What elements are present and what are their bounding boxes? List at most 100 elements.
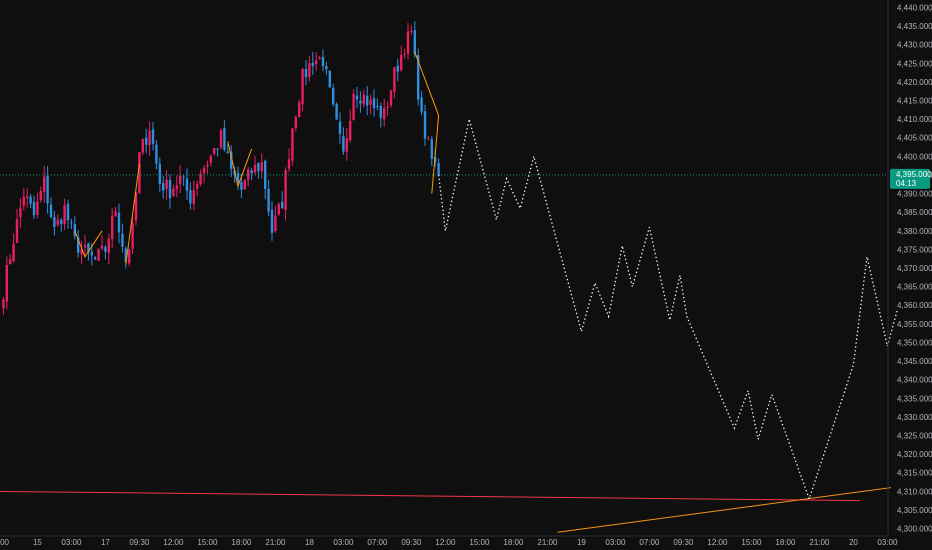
candle-body <box>185 178 189 191</box>
candle-body <box>219 130 223 148</box>
candle-body <box>36 201 39 215</box>
candle-body <box>63 205 66 225</box>
candle-body <box>352 94 355 121</box>
price-tick-label: 4,340.000 <box>897 376 932 385</box>
candle-body <box>311 62 314 67</box>
candle-body <box>66 203 70 221</box>
price-tick-label: 4,330.000 <box>897 413 932 422</box>
time-tick-label: 21:00 <box>537 538 558 547</box>
candle-body <box>19 207 22 218</box>
candle-body <box>270 210 274 233</box>
price-tick-label: 4,440.000 <box>897 3 932 12</box>
candle-body <box>168 180 172 199</box>
candle-body <box>206 164 209 167</box>
candle-body <box>145 137 148 145</box>
bar-countdown: 04:13 <box>896 179 917 188</box>
candle-body <box>216 148 219 150</box>
candle-body <box>328 70 331 88</box>
candle-body <box>318 57 321 59</box>
price-tick-label: 4,430.000 <box>897 41 932 50</box>
price-tick-label: 4,365.000 <box>897 283 932 292</box>
candle-body <box>73 224 76 237</box>
candle-body <box>128 249 131 264</box>
price-tick-label: 4,350.000 <box>897 338 932 347</box>
candle-body <box>260 162 263 172</box>
price-chart[interactable]: 4,440.000 4,435.000 4,430.000 4,425.000 4,42… <box>0 0 932 550</box>
candle-body <box>202 167 206 174</box>
time-tick-label: 09:30 <box>401 538 422 547</box>
time-tick-label: 07:00 <box>639 538 660 547</box>
price-tick-label: 4,355.000 <box>897 320 932 329</box>
candle-body <box>46 175 49 204</box>
candle-body <box>151 129 155 144</box>
candle-body <box>281 201 284 209</box>
candle-body <box>223 128 226 150</box>
price-tick-label: 4,360.000 <box>897 301 932 310</box>
candle-body <box>294 116 297 129</box>
time-tick-label: 03:00 <box>605 538 626 547</box>
current-price-tag: 4,395.000 04:13 <box>890 168 932 189</box>
candle-body <box>2 299 5 309</box>
candle-body <box>182 176 185 178</box>
candle-body <box>253 164 257 173</box>
price-tick-label: 4,370.000 <box>897 264 932 273</box>
candle-body <box>213 148 216 154</box>
candle-body <box>389 90 393 106</box>
candle-body <box>22 196 25 206</box>
candle-body <box>100 245 104 249</box>
candle-body <box>5 265 8 302</box>
price-tick-label: 4,390.000 <box>897 190 932 199</box>
candle-body <box>49 204 53 217</box>
candle-body <box>70 222 73 224</box>
candle-body <box>267 188 270 212</box>
candle-body <box>43 176 46 192</box>
candle-body <box>430 139 433 159</box>
candle-body <box>301 68 304 105</box>
candle-body <box>243 180 246 190</box>
candle-body <box>97 249 100 261</box>
price-tick-label: 4,300.000 <box>897 525 932 534</box>
candle-body <box>26 196 29 198</box>
price-tick-label: 4,380.000 <box>897 227 932 236</box>
candle-body <box>298 102 301 117</box>
candle-body <box>121 233 124 247</box>
candle-body <box>175 185 178 190</box>
time-tick-label: 12:00 <box>163 538 184 547</box>
time-tick-label: 03:00 <box>61 538 82 547</box>
candle-body <box>393 67 396 92</box>
time-tick-label: 09:30 <box>673 538 694 547</box>
candle-body <box>111 215 114 240</box>
candle-body <box>420 97 423 112</box>
candle-body <box>396 65 399 72</box>
time-tick-label: 20 <box>849 538 858 547</box>
candle-body <box>406 31 410 54</box>
candle-body <box>114 211 117 217</box>
candle-body <box>400 54 403 70</box>
time-tick-label: 09:30 <box>129 538 150 547</box>
candle-body <box>338 121 342 134</box>
price-tick-label: 4,345.000 <box>897 357 932 366</box>
candle-body <box>359 100 362 104</box>
time-tick-label: 15:00 <box>741 538 762 547</box>
candle-body <box>192 190 195 204</box>
time-tick-label: 18:00 <box>775 538 796 547</box>
time-tick-label: 21:00 <box>809 538 830 547</box>
candle-body <box>403 53 406 55</box>
price-tick-label: 4,400.000 <box>897 152 932 161</box>
price-axis[interactable]: 4,440.000 4,435.000 4,430.000 4,425.000 4,42… <box>897 3 932 533</box>
candle-body <box>196 183 199 189</box>
candle-body <box>155 144 158 164</box>
candle-body <box>209 155 212 163</box>
candle-body <box>39 191 42 201</box>
time-tick-label: 18:00 <box>231 538 252 547</box>
price-tick-label: 4,375.000 <box>897 245 932 254</box>
price-tick-label: 4,425.000 <box>897 59 932 68</box>
current-price-value: 4,395.000 <box>896 170 932 179</box>
candle-body <box>117 212 121 233</box>
candle-body <box>284 170 287 211</box>
candle-body <box>189 190 192 204</box>
candle-body <box>355 95 359 100</box>
price-tick-label: 4,410.000 <box>897 115 932 124</box>
candle-body <box>315 60 318 65</box>
price-tick-label: 4,315.000 <box>897 469 932 478</box>
